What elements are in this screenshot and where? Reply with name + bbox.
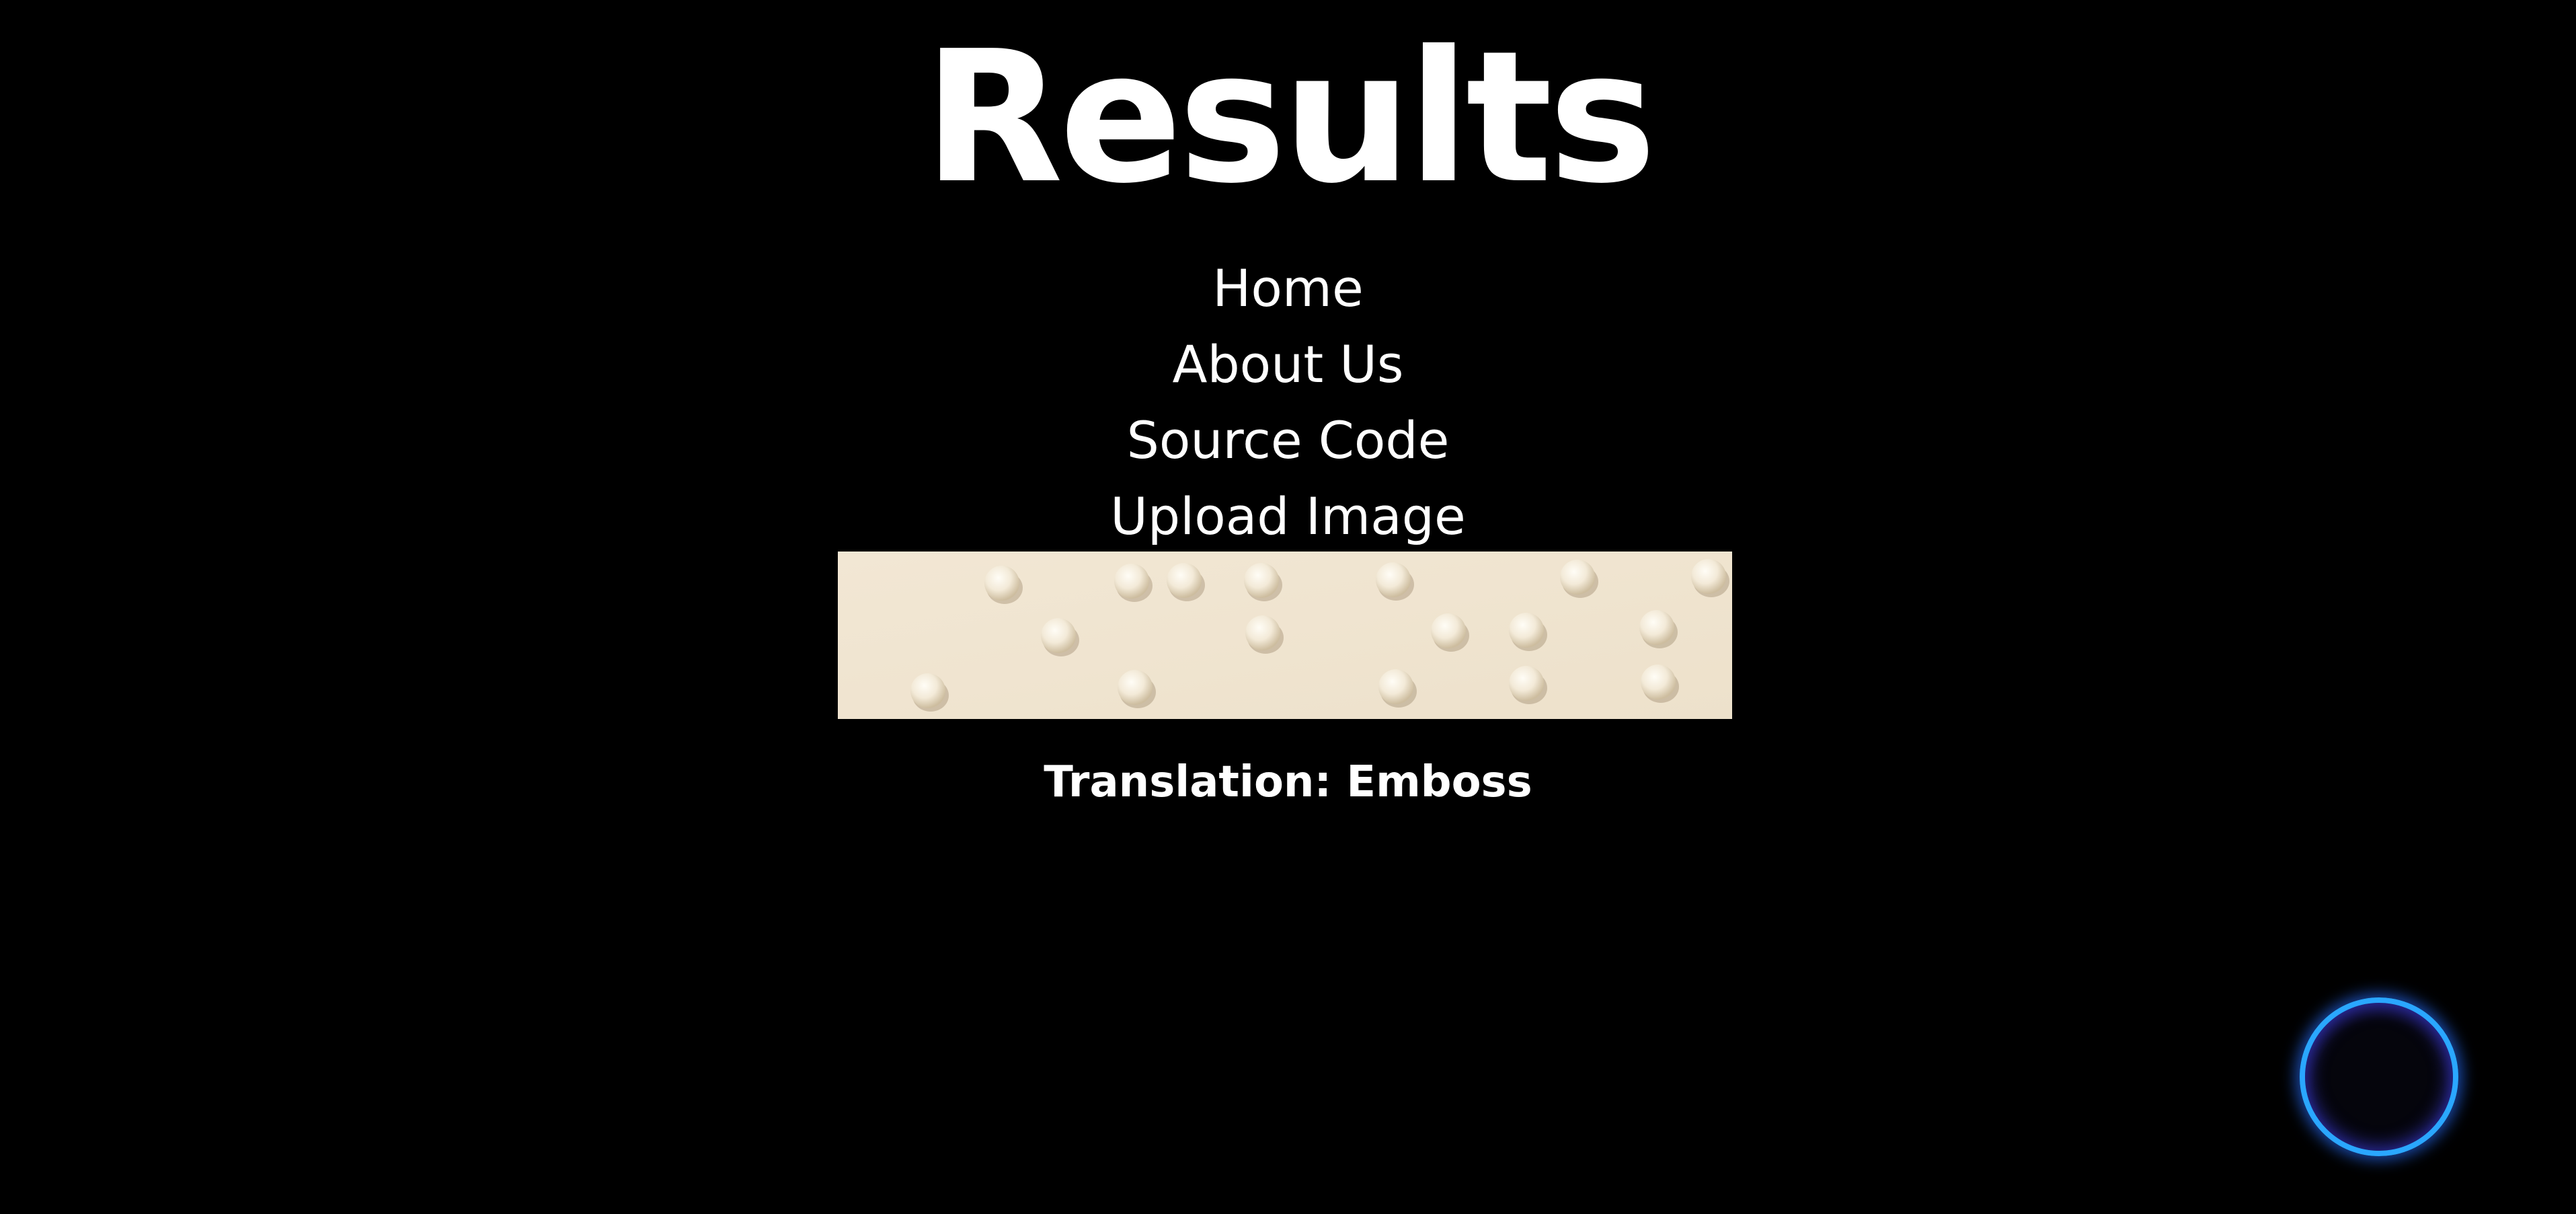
braille-dot [1244, 563, 1279, 598]
braille-dot [1509, 666, 1544, 701]
main-nav: Home About Us Source Code Upload Image [0, 250, 2576, 554]
results-page: Results Home About Us Source Code Upload… [0, 0, 2576, 1214]
braille-dot [1639, 610, 1674, 645]
nav-link-about-us[interactable]: About Us [1172, 326, 1403, 402]
braille-dot [1118, 670, 1153, 705]
braille-dot [1641, 665, 1676, 699]
braille-dot [1376, 562, 1411, 597]
translation-result: Translation: Emboss [1044, 757, 1532, 807]
braille-dots-graphic [838, 552, 1732, 719]
nav-link-home[interactable]: Home [1212, 250, 1363, 326]
page-title: Results [923, 11, 1656, 223]
braille-dot [1431, 613, 1466, 648]
braille-dot [1041, 618, 1076, 653]
braille-dot [1691, 559, 1726, 594]
braille-dot [1167, 563, 1202, 598]
record-circle-button[interactable] [2300, 997, 2458, 1156]
braille-dot [910, 673, 945, 708]
braille-dot [1114, 564, 1149, 599]
braille-dot [984, 566, 1019, 601]
braille-dot [1560, 560, 1595, 595]
braille-dot [1378, 669, 1413, 704]
braille-dot [1245, 615, 1280, 650]
braille-image [838, 552, 1732, 719]
nav-link-source-code[interactable]: Source Code [1127, 402, 1450, 478]
braille-dot [1509, 613, 1544, 648]
nav-link-upload-image[interactable]: Upload Image [1110, 478, 1465, 554]
